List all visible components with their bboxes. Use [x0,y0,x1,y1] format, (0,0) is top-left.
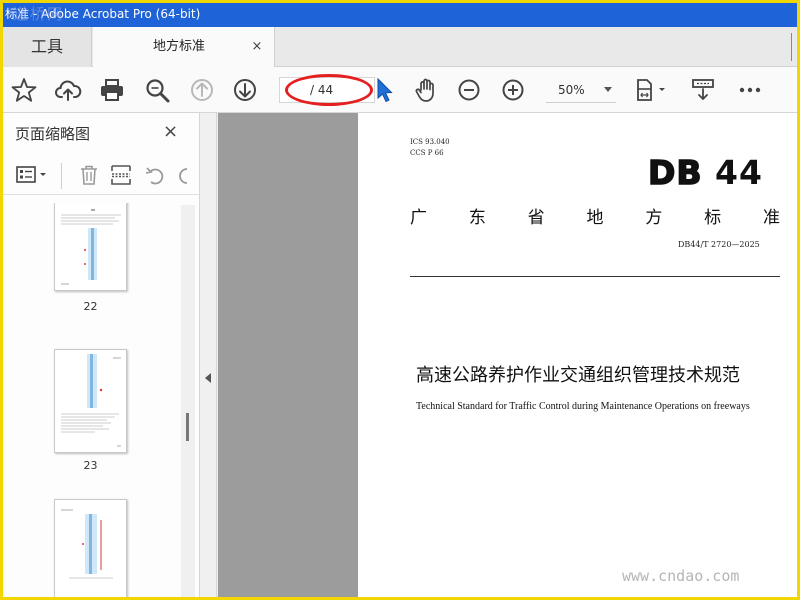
zoom-search-icon[interactable] [143,76,171,104]
heading-char: 广 [410,208,427,228]
document-page: ICS 93.040 CCS P 66 DB 44 广 东 省 地 方 标 准 … [358,113,797,597]
tab-bar: 工具 地方标准 × [3,27,797,68]
thumbnail-scrollbar[interactable] [181,205,195,597]
ccs-code: CCS P 66 [410,149,444,157]
ics-code: ICS 93.040 [410,138,450,146]
watermark-site: www.cndao.com [622,567,740,585]
star-icon[interactable] [10,76,38,104]
highlight-annotation [285,74,373,106]
heading-char: 标 [704,208,722,228]
redo-icon[interactable] [175,163,189,191]
main-toolbar: / 44 50% [3,67,797,113]
page-down-icon[interactable] [231,76,259,104]
page-number-label: 23 [83,459,98,472]
trash-icon[interactable] [77,163,101,191]
heading-char: 东 [468,208,486,228]
tab-document[interactable]: 地方标准 × [93,27,275,68]
province-standard-heading: 广 东 省 地 方 标 准 [410,203,780,228]
page-thumbnail[interactable] [54,203,127,291]
tab-document-label: 地方标准 [153,39,206,54]
title-bar: 标准 - Adobe Acrobat Pro (64-bit) 道桥网 [3,3,797,27]
standard-prefix: DB 44 [647,152,763,193]
scrollbar-thumb[interactable] [186,413,189,441]
zoom-level-select[interactable]: 50% [546,77,616,103]
zoom-out-icon[interactable] [455,76,483,104]
panel-close-button[interactable]: × [163,123,178,141]
db-mark: DB [647,152,703,193]
heading-char: 准 [762,208,780,228]
undo-icon[interactable] [143,163,167,191]
ics-code-block: ICS 93.040 CCS P 66 [410,137,450,159]
chevron-down-icon [604,87,612,92]
page-fit-icon[interactable] [633,76,673,104]
acrobat-window: 标准 - Adobe Acrobat Pro (64-bit) 道桥网 工具 地… [3,3,797,597]
header-rule [410,276,780,277]
more-icon[interactable] [736,76,764,104]
panel-toolbar [3,155,199,195]
tab-tools[interactable]: 工具 [3,27,92,67]
standard-number: DB44/T 2720—2025 [678,240,760,249]
hand-tool-icon[interactable] [412,76,440,104]
tab-close-button[interactable]: × [248,38,266,56]
print-icon[interactable] [98,76,126,104]
toolbar-separator [61,163,62,189]
panel-collapse-toggle[interactable] [201,113,217,597]
thumbnail-options-icon[interactable] [15,163,53,191]
document-title-cn: 高速公路养护作业交通组织管理技术规范 [416,365,740,386]
chevron-left-icon [205,373,211,383]
document-viewer[interactable]: ICS 93.040 CCS P 66 DB 44 广 东 省 地 方 标 准 … [218,113,797,597]
heading-char: 方 [645,208,663,228]
scroll-mode-icon[interactable] [689,76,717,104]
page-thumbnail[interactable] [54,349,127,453]
insert-page-icon[interactable] [109,163,133,191]
page-number-label: 22 [83,300,98,313]
heading-char: 省 [527,208,545,228]
watermark-logo: 道桥网 [13,5,65,23]
tab-bar-edge [791,33,797,61]
db-number: 44 [715,153,763,192]
document-title-en: Technical Standard for Traffic Control d… [416,401,750,412]
zoom-level-value: 50% [558,83,585,97]
select-cursor-icon[interactable] [370,76,398,104]
page-up-icon[interactable] [188,76,216,104]
page-thumbnail[interactable] [54,499,127,597]
thumbnails-panel: 页面缩略图 × 22 23 [3,113,200,597]
zoom-in-icon[interactable] [499,76,527,104]
panel-title: 页面缩略图 [15,125,91,143]
thumbnail-list: 22 23 [3,203,181,597]
cloud-upload-icon[interactable] [54,76,82,104]
heading-char: 地 [586,208,604,228]
